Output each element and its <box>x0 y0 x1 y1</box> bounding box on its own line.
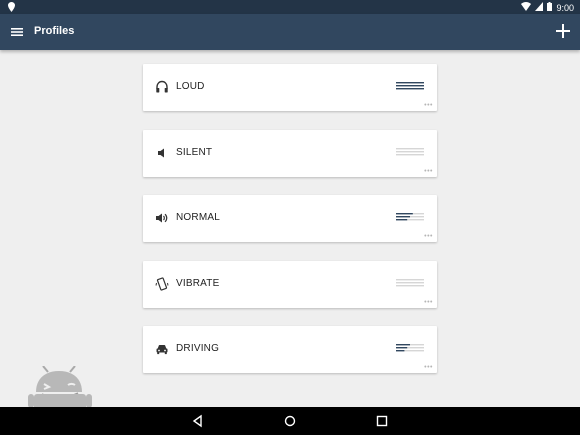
clock: 9:00 <box>556 2 574 13</box>
page-title: Profiles <box>34 25 75 37</box>
back-button-icon[interactable] <box>191 414 205 428</box>
home-button-icon[interactable] <box>283 414 297 428</box>
speaker-volume-icon <box>155 211 169 225</box>
more-options-icon[interactable]: ••• <box>424 102 433 109</box>
volume-level-indicator <box>396 82 424 90</box>
profile-card-vibrate[interactable]: VIBRATE ••• <box>143 260 437 308</box>
profile-name: SILENT <box>176 146 213 158</box>
recents-button-icon[interactable] <box>375 414 389 428</box>
battery-icon <box>547 2 553 13</box>
car-icon <box>155 342 169 356</box>
profile-card-driving[interactable]: DRIVING ••• <box>143 326 437 373</box>
add-icon[interactable] <box>554 22 572 40</box>
more-options-icon[interactable]: ••• <box>424 168 433 175</box>
headphones-icon <box>155 80 169 94</box>
more-options-icon[interactable]: ••• <box>424 364 433 371</box>
signal-icon <box>535 2 544 13</box>
location-pin-icon <box>8 2 15 14</box>
more-options-icon[interactable]: ••• <box>424 299 433 306</box>
navigation-bar <box>0 407 580 435</box>
status-icons: 9:00 <box>521 2 574 13</box>
speaker-icon <box>155 146 169 160</box>
profile-list: LOUD ••• SILENT ••• NORMAL ••• VIBRATE •… <box>143 64 437 392</box>
volume-level-indicator <box>396 147 424 155</box>
screen: 9:00 Profiles LOUD ••• SILENT ••• NORMAL… <box>0 0 580 435</box>
profile-card-normal[interactable]: NORMAL ••• <box>143 195 437 242</box>
wifi-icon <box>521 2 532 13</box>
profile-card-loud[interactable]: LOUD ••• <box>143 64 437 111</box>
more-options-icon[interactable]: ••• <box>424 233 433 240</box>
profile-name: NORMAL <box>176 212 220 223</box>
menu-icon[interactable] <box>10 25 24 39</box>
profile-name: VIBRATE <box>176 277 220 289</box>
status-bar: 9:00 <box>0 0 580 14</box>
profile-name: LOUD <box>176 81 205 92</box>
android-mascot-icon <box>28 366 92 408</box>
volume-level-indicator <box>396 278 424 286</box>
profile-card-silent[interactable]: SILENT ••• <box>143 129 437 177</box>
profile-name: DRIVING <box>176 343 220 354</box>
volume-level-indicator <box>396 213 424 221</box>
volume-level-indicator <box>396 344 424 352</box>
app-bar: Profiles <box>0 14 580 50</box>
vibrate-phone-icon <box>155 276 169 291</box>
